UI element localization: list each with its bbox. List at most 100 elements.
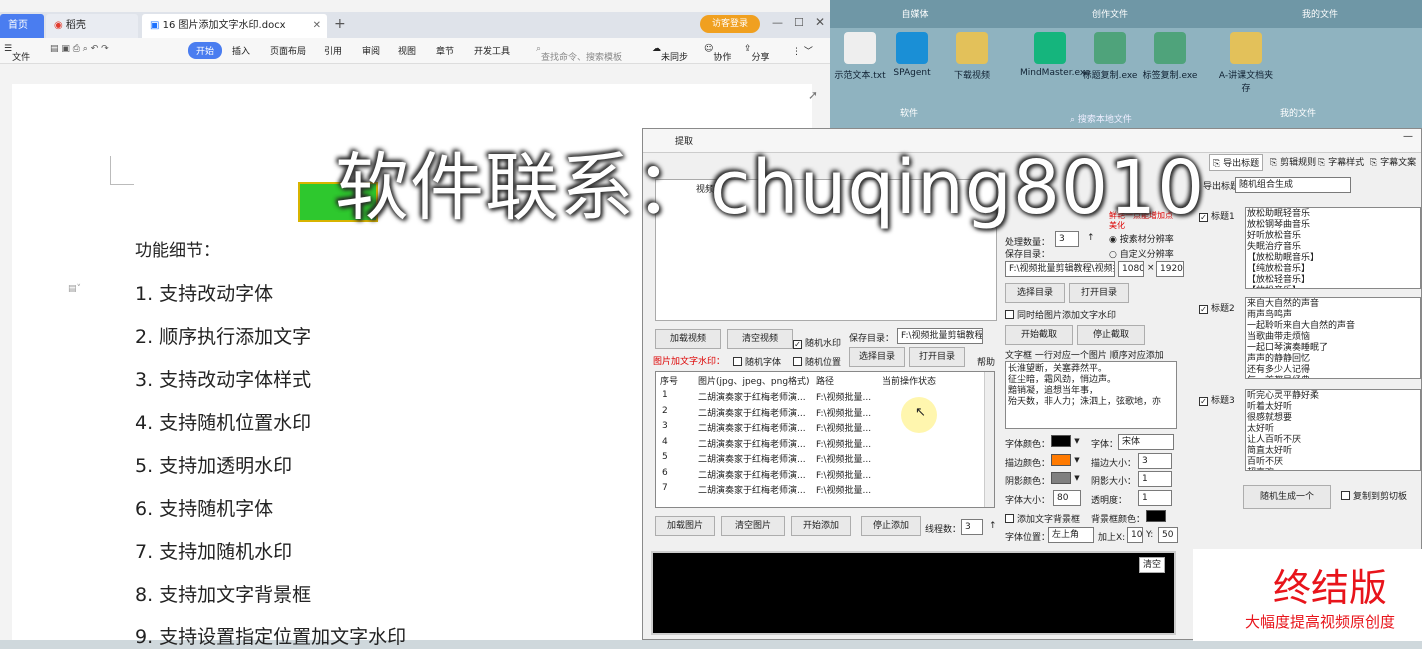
paragraph-icon[interactable]: ▤˅ <box>68 284 81 294</box>
menu-reference[interactable]: 引用 <box>324 44 342 57</box>
visitor-login-button[interactable]: 访客登录 <box>700 15 760 33</box>
stroke-color-swatch[interactable] <box>1051 454 1071 466</box>
x-input[interactable]: 10 <box>1127 527 1143 543</box>
tab-export-title[interactable]: ⎘ 导出标题 <box>1209 154 1264 171</box>
minimize-icon[interactable]: — <box>772 16 783 29</box>
table-row[interactable]: 1 二胡演奏家于红梅老师演... F:\视频批量... <box>656 390 986 405</box>
menu-view[interactable]: 视图 <box>398 44 416 57</box>
start-cut-button[interactable]: 开始截取 <box>1005 325 1073 345</box>
title2-checkbox[interactable]: ✓ 标题2 <box>1199 301 1235 314</box>
width-input[interactable]: 1080 <box>1118 261 1144 277</box>
watermark-text-area[interactable]: 长淮望断，关塞莽然平。 征尘暗，霜风劲，悄边声。 黯销凝，追想当年事， 殆天数，… <box>1005 361 1177 429</box>
random-font-checkbox[interactable]: 随机字体 <box>733 355 781 368</box>
quick-tools-icon[interactable]: ▤ ▣ ⎙ ⌕ ↶ ↷ <box>50 44 109 54</box>
add-tab-icon[interactable]: + <box>334 16 346 32</box>
export-mode-select[interactable]: 随机组合生成 <box>1235 177 1351 193</box>
sync-watermark-checkbox[interactable]: 同时给图片添加文字水印 <box>1005 308 1116 321</box>
desktop-icon-txt[interactable]: 示范文本.txt <box>830 32 890 81</box>
y-input[interactable]: 50 <box>1158 527 1178 543</box>
menu-devtools[interactable]: 开发工具 <box>474 44 510 57</box>
threads-spin-icon[interactable]: ↑ <box>989 521 997 531</box>
maximize-icon[interactable]: ☐ <box>794 16 804 29</box>
random-position-checkbox[interactable]: 随机位置 <box>793 355 841 368</box>
table-row[interactable]: 4 二胡演奏家于红梅老师演... F:\视频批量... <box>656 437 986 452</box>
desktop-icon-download[interactable]: 下载视频 <box>942 32 1002 81</box>
shadow-size-select[interactable]: 1 <box>1138 471 1172 487</box>
image-grid[interactable]: 序号 图片(jpg、jpeg、png格式) 路径 当前操作状态 1 二胡演奏家于红… <box>655 371 995 508</box>
tab-subtitle-copy[interactable]: ⎘ 字幕文案 <box>1367 154 1419 169</box>
clear-image-button[interactable]: 清空图片 <box>721 516 785 536</box>
desktop-icon-title-copy[interactable]: 标题复制.exe <box>1080 32 1140 81</box>
open-dir2-button[interactable]: 打开目录 <box>909 347 965 367</box>
rocket-icon[interactable]: ➚ <box>808 88 818 102</box>
tab-cut-rules[interactable]: ⎘ 剪辑规则 <box>1267 154 1319 169</box>
font-color-swatch[interactable] <box>1051 435 1071 447</box>
table-row[interactable]: 6 二胡演奏家于红梅老师演... F:\视频批量... <box>656 468 986 483</box>
tab-document[interactable]: ▣ 16 图片添加文字水印.docx ✕ <box>142 14 327 38</box>
close-window-icon[interactable]: ✕ <box>815 15 825 29</box>
desktop-icon-folder[interactable]: A-讲课文档夹存 <box>1216 32 1276 94</box>
table-cell: 5 <box>662 452 668 462</box>
desktop-icon-spagent[interactable]: SPAgent <box>882 32 942 78</box>
stop-cut-button[interactable]: 停止截取 <box>1077 325 1145 345</box>
bg-box-checkbox[interactable]: 添加文字背景框 <box>1005 512 1080 525</box>
chevron-down-icon[interactable]: ▼ <box>1071 453 1083 467</box>
opacity-select[interactable]: 1 <box>1138 490 1172 506</box>
clear-video-button[interactable]: 清空视频 <box>727 329 793 349</box>
share-button[interactable]: ⇪ 分享 <box>744 44 770 63</box>
table-row[interactable]: 5 二胡演奏家于红梅老师演... F:\视频批量... <box>656 452 986 467</box>
height-input[interactable]: 1920 <box>1156 261 1184 277</box>
menu-file[interactable]: ☰ 文件 <box>4 44 30 63</box>
desktop-icon-mindmaster[interactable]: MindMaster.exe <box>1020 32 1090 78</box>
tab-home[interactable]: 首页 <box>0 14 44 38</box>
start-add-button[interactable]: 开始添加 <box>791 516 851 536</box>
more-icon[interactable]: ⋮ ﹀ <box>792 44 813 57</box>
threads-input[interactable]: 3 <box>961 519 983 535</box>
save-dir2-input[interactable]: F:\视频批量剪辑教程 <box>897 328 983 344</box>
desktop-icon-tag-copy[interactable]: 标签复制.exe <box>1140 32 1200 81</box>
title3-checkbox[interactable]: ✓ 标题3 <box>1199 393 1235 406</box>
open-dir-button[interactable]: 打开目录 <box>1069 283 1129 303</box>
menu-insert[interactable]: 插入 <box>232 44 250 57</box>
title3-text[interactable]: 听完心灵平静好柔 听着太好听 很感就想要 太好听 让人百听不厌 简直太好听 百听… <box>1245 389 1421 471</box>
tab-subtitle-style[interactable]: ⎘ 字幕样式 <box>1315 154 1367 169</box>
choose-dir2-button[interactable]: 选择目录 <box>849 347 905 367</box>
close-tab-icon[interactable]: ✕ <box>313 14 321 38</box>
copy-clipboard-checkbox[interactable]: 复制到剪切板 <box>1341 489 1407 502</box>
help-link[interactable]: 帮助 <box>977 355 995 368</box>
title2-text[interactable]: 来自大自然的声音 雨声鸟鸣声 一起聆听来自大自然的声音 当歌曲带走烦恼 一起口琴… <box>1245 297 1421 379</box>
stroke-size-select[interactable]: 3 <box>1138 453 1172 469</box>
load-video-button[interactable]: 加载视频 <box>655 329 721 349</box>
chevron-down-icon[interactable]: ▼ <box>1071 434 1083 448</box>
random-watermark-checkbox[interactable]: ✓ 随机水印 <box>793 336 841 349</box>
stop-add-button[interactable]: 停止添加 <box>861 516 921 536</box>
choose-dir-button[interactable]: 选择目录 <box>1005 283 1065 303</box>
load-image-button[interactable]: 加载图片 <box>655 516 715 536</box>
grid-scrollbar[interactable] <box>984 372 994 507</box>
log-output[interactable] <box>651 551 1176 635</box>
shadow-color-swatch[interactable] <box>1051 472 1071 484</box>
title1-text[interactable]: 放松助眠轻音乐 放松钢琴曲音乐 好听放松音乐 失眠治疗音乐 【放松助眠音乐】 【… <box>1245 207 1421 289</box>
command-search[interactable]: ⌕ 查找命令、搜索模板 <box>536 44 622 63</box>
font-select[interactable]: 宋体 <box>1118 434 1174 450</box>
table-row[interactable]: 7 二胡演奏家于红梅老师演... F:\视频批量... <box>656 483 986 498</box>
collab-button[interactable]: ☺ 协作 <box>704 44 731 63</box>
table-row[interactable]: 3 二胡演奏家于红梅老师演... F:\视频批量... <box>656 421 986 436</box>
sync-status[interactable]: ☁ 未同步 <box>652 44 688 63</box>
desktop-search[interactable]: ⌕ 搜索本地文件 <box>1070 112 1132 125</box>
list-item: 8. 支持加文字背景框 <box>135 584 312 606</box>
menu-layout[interactable]: 页面布局 <box>270 44 306 57</box>
font-position-select[interactable]: 左上角 <box>1048 527 1094 543</box>
menu-start[interactable]: 开始 <box>188 42 223 59</box>
menu-review[interactable]: 审阅 <box>362 44 380 57</box>
app-minimize-icon[interactable]: — <box>1403 131 1413 142</box>
font-size-input[interactable]: 80 <box>1053 490 1081 506</box>
radio-custom-res[interactable]: ○ 自定义分辨率 <box>1109 247 1174 260</box>
tab-docer[interactable]: ◉ 稻壳 <box>46 14 138 38</box>
chevron-down-icon[interactable]: ▼ <box>1071 471 1083 485</box>
random-generate-button[interactable]: 随机生成一个 <box>1243 485 1331 509</box>
clear-log-button[interactable]: 清空 <box>1139 557 1165 573</box>
save-dir-input[interactable]: F:\视频批量剪辑教程\视频批 <box>1005 261 1115 277</box>
menu-chapter[interactable]: 章节 <box>436 44 454 57</box>
bg-color-swatch[interactable] <box>1146 510 1166 522</box>
